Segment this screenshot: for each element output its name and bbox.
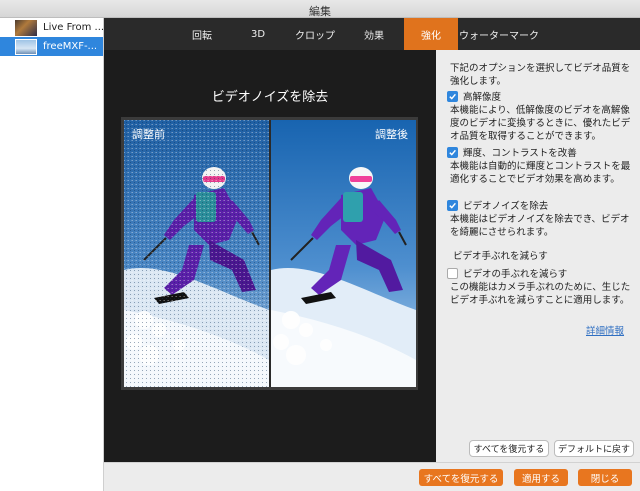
enhance-settings-panel: 下記のオプションを選択してビデオ品質を強化します。 高解像度 本機能により、低解… xyxy=(436,50,640,462)
shake-option[interactable]: ビデオの手ぶれを減らす xyxy=(447,266,567,280)
edit-tabs: 回転 3D クロップ 効果 強化 ウォーターマーク xyxy=(104,18,640,50)
edit-window: 編集 Live From ... freeMXF-... 回転 3D クロップ … xyxy=(0,0,640,491)
shake-checkbox[interactable] xyxy=(447,267,458,279)
denoise-description: 本機能はビデオノイズを除去でき、ビデオを綺麗にさせられます。 xyxy=(450,214,630,238)
details-link[interactable]: 詳細情報 xyxy=(586,323,624,337)
restore-all-button[interactable]: すべてを復元する xyxy=(469,440,549,457)
tab-3d[interactable]: 3D xyxy=(230,18,286,50)
title-bar: 編集 xyxy=(0,0,640,18)
after-label: 調整後 xyxy=(375,128,408,141)
before-label: 調整前 xyxy=(132,128,165,141)
video-thumbnail xyxy=(15,38,37,55)
brightness-description: 本機能は自動的に輝度とコントラストを最適化することでビデオ効果を高めます。 xyxy=(450,161,631,185)
window-title: 編集 xyxy=(309,5,331,18)
apply-button[interactable]: 適用する xyxy=(514,469,568,486)
bottom-bar: すべてを復元する 適用する 閉じる xyxy=(104,462,640,491)
denoise-checkbox[interactable] xyxy=(447,199,458,211)
denoise-option[interactable]: ビデオノイズを除去 xyxy=(447,198,548,212)
tab-rotate[interactable]: 回転 xyxy=(174,18,230,50)
upscale-description: 本機能により、低解像度のビデオを高解像度のビデオに変換するときに、優れたビデオ品… xyxy=(450,105,631,142)
denoise-label: ビデオノイズを除去 xyxy=(463,201,549,212)
settings-intro: 下記のオプションを選択してビデオ品質を強化します。 xyxy=(450,63,631,87)
brightness-label: 輝度、コントラストを改善 xyxy=(463,148,577,159)
preview-area: ビデオノイズを除去 調整前 調整後 xyxy=(104,50,436,462)
shake-heading: ビデオ手ぶれを減らす xyxy=(453,251,548,262)
tab-crop[interactable]: クロップ xyxy=(286,18,344,50)
restore-all-bottom-button[interactable]: すべてを復元する xyxy=(419,469,503,486)
upscale-checkbox[interactable] xyxy=(447,90,458,102)
file-item-selected[interactable]: freeMXF-... xyxy=(0,37,103,56)
file-item[interactable]: Live From ... xyxy=(0,18,103,37)
close-button[interactable]: 閉じる xyxy=(578,469,632,486)
shake-label: ビデオの手ぶれを減らす xyxy=(463,269,568,280)
tab-watermark[interactable]: ウォーターマーク xyxy=(458,18,540,50)
upscale-label: 高解像度 xyxy=(463,92,502,103)
upscale-option[interactable]: 高解像度 xyxy=(447,89,501,103)
brightness-checkbox[interactable] xyxy=(447,146,458,158)
file-list: Live From ... freeMXF-... xyxy=(0,18,104,491)
before-after-compare: 調整前 調整後 xyxy=(121,117,418,390)
preview-title: ビデオノイズを除去 xyxy=(211,90,329,105)
brightness-option[interactable]: 輝度、コントラストを改善 xyxy=(447,145,577,159)
video-thumbnail xyxy=(15,19,37,36)
reset-default-button[interactable]: デフォルトに戻す xyxy=(554,440,634,457)
shake-description: この機能はカメラ手ぶれのために、生じたビデオ手ぶれを減らすことに適用します。 xyxy=(450,282,631,306)
before-preview: 調整前 xyxy=(124,120,269,387)
tab-effect[interactable]: 効果 xyxy=(344,18,404,50)
file-name: Live From ... xyxy=(43,22,103,33)
tab-enhance[interactable]: 強化 xyxy=(404,18,458,50)
file-name: freeMXF-... xyxy=(43,41,98,52)
after-preview: 調整後 xyxy=(271,120,416,387)
